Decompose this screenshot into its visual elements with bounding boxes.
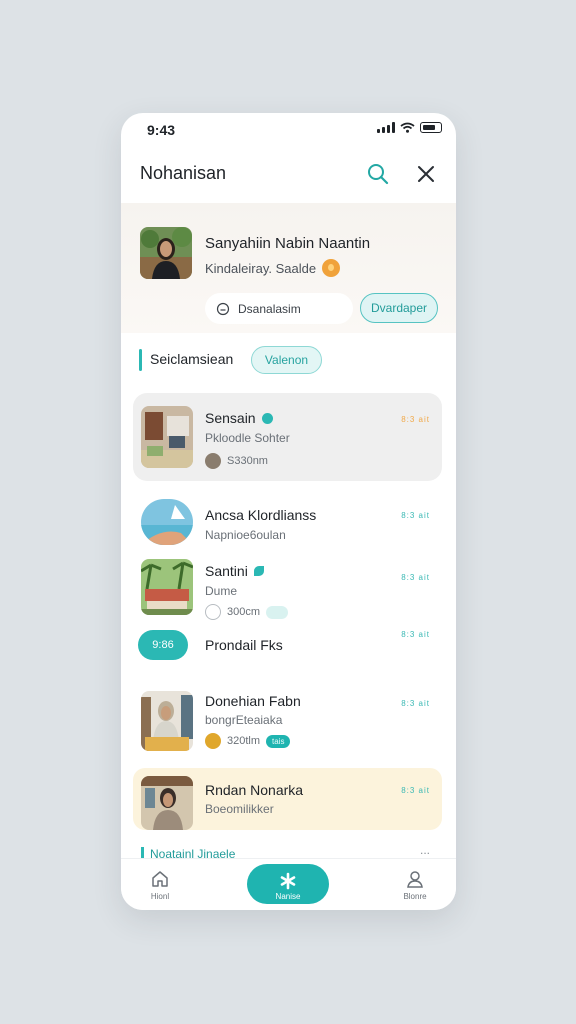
item-title: Ancsa Klordlianss	[205, 507, 317, 523]
status-badge	[266, 605, 289, 619]
item-time: 8:3 ait	[401, 699, 430, 708]
item-time: 8:3 ait	[401, 415, 430, 424]
profile-card: Sanyahiin Nabin Naantin Kindaleiray. Saa…	[121, 203, 456, 333]
item-title: Rndan Nonarka	[205, 782, 304, 798]
search-icon[interactable]	[365, 161, 391, 187]
list-item[interactable]: Rndan Nonarka Boeomilikker 8:3 ait	[133, 768, 442, 830]
asterisk-icon	[280, 872, 296, 890]
item-meta-row: 300cm	[205, 604, 289, 620]
item-subtitle: Napnioe6oulan	[205, 528, 286, 542]
bottom-section-header: Noatainl Jinaele ...	[121, 843, 456, 859]
profile-input[interactable]: Dsanalasim	[205, 293, 353, 324]
list-item[interactable]: Donehian Fabn bongrEteaiaka 320tlm tais …	[133, 681, 442, 763]
tab-home[interactable]: Hionl	[130, 869, 190, 901]
list-item[interactable]: Santini Dume 300cm 8:3 ait	[133, 553, 442, 623]
item-thumbnail	[141, 776, 193, 830]
tab-label: Nanise	[275, 892, 301, 901]
tab-profile[interactable]: Blonre	[385, 869, 445, 901]
item-title: Donehian Fabn	[205, 693, 301, 709]
item-meta-row: 320tlm tais	[205, 733, 291, 749]
coin-icon	[322, 259, 341, 277]
section-label: Seiclamsiean	[150, 351, 234, 367]
user-avatar-icon	[205, 733, 221, 749]
page-title: Nohanisan	[140, 163, 227, 183]
close-icon[interactable]	[413, 161, 439, 187]
item-badge-pill: 9:86	[138, 630, 188, 660]
section-accent-bar	[139, 349, 142, 371]
item-subtitle: bongrEteaiaka	[205, 713, 283, 727]
app-bar: Nohanisan	[121, 149, 456, 203]
item-subtitle: Dume	[205, 584, 238, 598]
section-filter-tag[interactable]: Valenon	[251, 346, 322, 374]
more-icon[interactable]: ...	[420, 843, 430, 857]
user-avatar-icon	[205, 453, 221, 469]
status-time: 9:43	[147, 122, 176, 138]
user-icon	[407, 871, 423, 888]
bottom-tab-bar: Hionl Nanise Blonre	[121, 858, 456, 910]
tab-label: Blonre	[403, 892, 427, 901]
item-thumbnail	[141, 499, 193, 545]
home-icon	[152, 871, 168, 887]
list-item[interactable]: 9:86 Prondail Fks 8:3 ait	[133, 625, 442, 665]
list-item[interactable]: Ancsa Klordlianss Napnioe6oulan 8:3 ait	[133, 493, 442, 553]
profile-subtitle-row: Kindaleiray. Saalde	[205, 259, 341, 277]
wifi-icon	[400, 122, 415, 133]
item-title-row: Santini	[205, 563, 264, 579]
leaf-icon	[253, 566, 264, 576]
item-title-row: Sensain	[205, 410, 273, 426]
profile-action-button[interactable]: Dvardaper	[360, 293, 438, 323]
item-time: 8:3 ait	[401, 786, 430, 795]
smile-icon	[216, 302, 230, 315]
item-meta: S330nm	[227, 455, 268, 467]
item-meta-row: S330nm	[205, 453, 268, 469]
item-subtitle: Pkloodle Sohter	[205, 431, 290, 445]
battery-icon	[420, 122, 442, 133]
item-thumbnail	[141, 691, 193, 751]
verified-icon	[261, 412, 273, 424]
item-time: 8:3 ait	[401, 511, 430, 520]
status-icons	[377, 122, 442, 133]
user-avatar-icon	[205, 604, 221, 620]
item-meta: 320tlm	[227, 735, 261, 747]
item-thumbnail	[141, 559, 193, 615]
item-title: Prondail Fks	[205, 637, 283, 653]
phone-screen: 9:43 Nohanisan Sanyahiin Nabin Naantin K…	[121, 113, 456, 910]
profile-input-text: Dsanalasim	[238, 301, 301, 316]
item-title: Sensain	[205, 410, 256, 426]
signal-icon	[377, 122, 395, 133]
tab-label: Hionl	[150, 892, 170, 901]
status-badge: tais	[266, 734, 291, 748]
list-item[interactable]: Sensain Pkloodle Sohter S330nm 8:3 ait	[133, 393, 442, 481]
item-title: Santini	[205, 563, 248, 579]
avatar[interactable]	[140, 227, 192, 279]
section-header: Seiclamsiean Valenon	[121, 341, 456, 381]
status-bar: 9:43	[121, 113, 456, 149]
item-subtitle: Boeomilikker	[205, 802, 274, 816]
item-time: 8:3 ait	[401, 630, 430, 639]
profile-subtitle: Kindaleiray. Saalde	[205, 260, 317, 276]
tab-center[interactable]: Nanise	[247, 864, 329, 904]
item-thumbnail	[141, 406, 193, 468]
item-time: 8:3 ait	[401, 573, 430, 582]
item-meta: 300cm	[227, 606, 261, 618]
profile-name: Sanyahiin Nabin Naantin	[205, 235, 371, 252]
